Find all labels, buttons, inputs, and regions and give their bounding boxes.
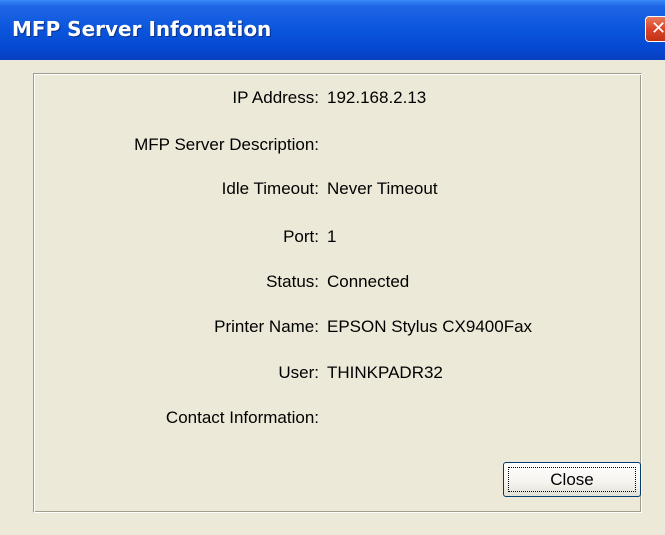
field-row-printer-name: Printer Name: EPSON Stylus CX9400Fax [0, 315, 665, 339]
field-row-description: MFP Server Description: [0, 133, 665, 157]
printer-name-value: EPSON Stylus CX9400Fax [327, 317, 533, 336]
field-row-contact-information: Contact Information: [0, 406, 665, 430]
title-bar[interactable]: MFP Server Infomation ✕ [0, 0, 665, 60]
contact-information-label: Contact Information: [165, 408, 319, 427]
description-label: MFP Server Description: [134, 135, 319, 154]
field-row-idle-timeout: Idle Timeout: Never Timeout [0, 177, 665, 201]
field-row-status: Status: Connected [0, 270, 665, 294]
user-label: User: [278, 363, 319, 382]
close-button[interactable]: Close [503, 462, 641, 497]
status-label: Status: [266, 272, 319, 291]
port-label: Port: [283, 227, 319, 246]
title-close-button[interactable]: ✕ [645, 16, 665, 42]
field-row-port: Port: 1 [0, 225, 665, 249]
idle-timeout-value: Never Timeout [327, 179, 438, 198]
idle-timeout-label: Idle Timeout: [221, 179, 319, 198]
printer-name-label: Printer Name: [214, 317, 319, 336]
field-row-user: User: THINKPADR32 [0, 361, 665, 385]
ip-address-label: IP Address: [232, 88, 319, 107]
status-value: Connected [327, 272, 410, 291]
port-value: 1 [327, 227, 337, 246]
field-row-ip-address: IP Address: 192.168.2.13 [0, 86, 665, 110]
user-value: THINKPADR32 [327, 363, 443, 382]
close-button-label: Close [550, 470, 594, 489]
mfp-server-info-window: MFP Server Infomation ✕ IP Address: 192.… [0, 0, 665, 535]
ip-address-value: 192.168.2.13 [327, 88, 427, 107]
close-icon: ✕ [651, 18, 665, 39]
window-title: MFP Server Infomation [12, 17, 272, 41]
